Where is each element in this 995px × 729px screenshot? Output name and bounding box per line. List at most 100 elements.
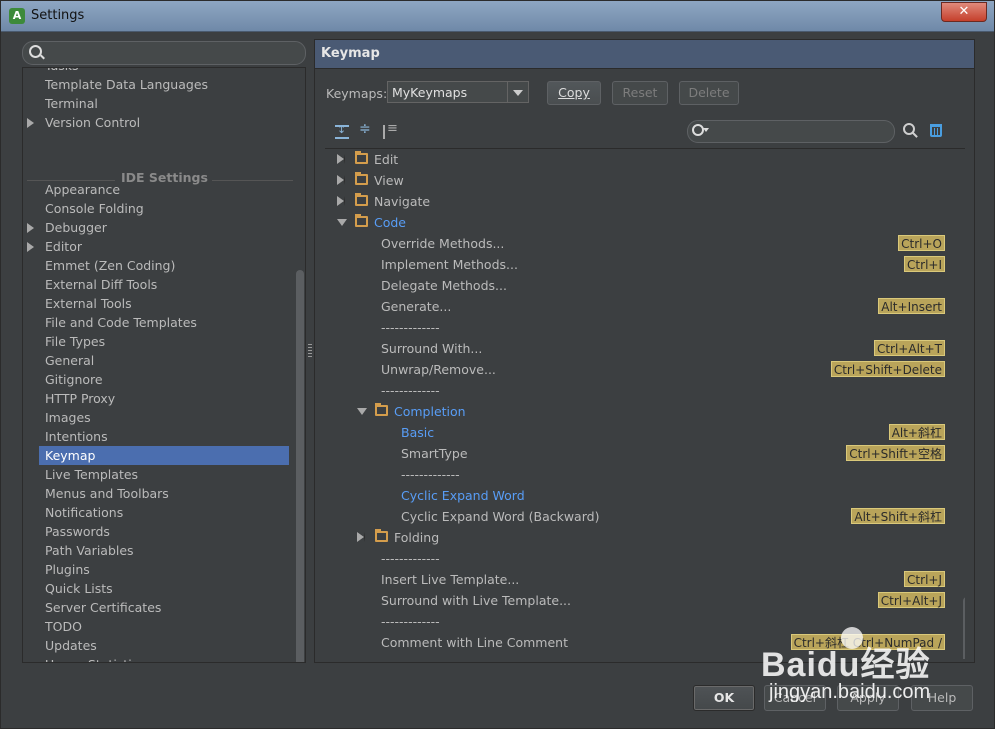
- sidebar-item[interactable]: Usage Statistics: [45, 655, 145, 662]
- copy-button[interactable]: Copy: [547, 81, 601, 105]
- chevron-right-icon[interactable]: [27, 242, 34, 252]
- chevron-right-icon[interactable]: [27, 223, 34, 233]
- sidebar-item[interactable]: Version Control: [45, 113, 140, 132]
- delete-button[interactable]: Delete: [679, 81, 739, 105]
- expand-all-icon[interactable]: [335, 123, 349, 139]
- action-row[interactable]: -------------: [325, 380, 945, 401]
- sidebar-scrollbar[interactable]: [296, 270, 304, 662]
- sidebar-item[interactable]: Template Data Languages: [45, 75, 208, 94]
- sidebar-item[interactable]: Appearance: [45, 180, 120, 199]
- action-label: Implement Methods...: [381, 257, 518, 272]
- sidebar-item[interactable]: Live Templates: [45, 465, 138, 484]
- action-row[interactable]: Folding: [325, 527, 945, 548]
- action-row[interactable]: -------------: [325, 317, 945, 338]
- chevron-right-icon[interactable]: [357, 532, 365, 542]
- sidebar-item[interactable]: TODO: [45, 617, 82, 636]
- chevron-right-icon[interactable]: [337, 154, 345, 164]
- action-row[interactable]: Surround with Live Template... Ctrl+Alt+J: [325, 590, 945, 611]
- sidebar-item[interactable]: Console Folding: [45, 199, 144, 218]
- sidebar-item[interactable]: Editor: [45, 237, 82, 256]
- action-label: Code: [374, 215, 407, 230]
- action-row[interactable]: Insert Live Template... Ctrl+J: [325, 569, 945, 590]
- sidebar-item[interactable]: Quick Lists: [45, 579, 113, 598]
- actions-scrollbar[interactable]: [963, 597, 965, 659]
- action-search-input[interactable]: [687, 120, 895, 143]
- action-row[interactable]: Cyclic Expand Word: [325, 485, 945, 506]
- action-row[interactable]: Override Methods... Ctrl+O: [325, 233, 945, 254]
- shortcut-badge: Ctrl+I: [904, 256, 945, 272]
- ok-button[interactable]: OK: [693, 685, 755, 711]
- splitter-handle[interactable]: [308, 344, 312, 358]
- action-row[interactable]: Surround With... Ctrl+Alt+T: [325, 338, 945, 359]
- folder-icon: [355, 193, 368, 206]
- folder-icon: [355, 151, 368, 164]
- action-row[interactable]: SmartType Ctrl+Shift+空格: [325, 443, 945, 464]
- action-row[interactable]: Basic Alt+斜杠: [325, 422, 945, 443]
- sidebar-item[interactable]: Passwords: [45, 522, 110, 541]
- collapse-all-icon[interactable]: [359, 121, 373, 139]
- sidebar-item[interactable]: HTTP Proxy: [45, 389, 115, 408]
- sidebar-item[interactable]: Menus and Toolbars: [45, 484, 169, 503]
- search-icon: [692, 124, 709, 136]
- trash-icon[interactable]: [930, 124, 942, 137]
- sidebar-item[interactable]: External Diff Tools: [45, 275, 157, 294]
- action-label: Surround with Live Template...: [381, 593, 571, 608]
- sidebar-item[interactable]: Gitignore: [45, 370, 103, 389]
- close-button[interactable]: ✕: [941, 2, 987, 22]
- keymap-select[interactable]: MyKeymaps: [387, 81, 529, 103]
- panel-header: Keymap: [315, 40, 974, 69]
- sidebar-item[interactable]: File and Code Templates: [45, 313, 197, 332]
- keymap-select-value: MyKeymaps: [392, 85, 468, 100]
- reset-button[interactable]: Reset: [612, 81, 668, 105]
- keymap-panel: Keymap Keymaps: MyKeymaps Copy Reset Del…: [314, 39, 975, 663]
- chevron-right-icon[interactable]: [27, 118, 34, 128]
- action-row[interactable]: Code: [325, 212, 945, 233]
- action-row[interactable]: View: [325, 170, 945, 191]
- sidebar-item[interactable]: Images: [45, 408, 91, 427]
- chevron-right-icon[interactable]: [337, 196, 345, 206]
- action-row[interactable]: Generate... Alt+Insert: [325, 296, 945, 317]
- chevron-down-icon[interactable]: [507, 82, 528, 102]
- find-by-shortcut-icon[interactable]: [903, 123, 918, 138]
- action-row[interactable]: Delegate Methods...: [325, 275, 945, 296]
- settings-search-input[interactable]: [22, 41, 306, 65]
- sidebar-item[interactable]: Plugins: [45, 560, 90, 579]
- action-row[interactable]: Edit: [325, 149, 945, 170]
- sidebar-item[interactable]: Debugger: [45, 218, 107, 237]
- sidebar-item[interactable]: Path Variables: [45, 541, 134, 560]
- sidebar-item[interactable]: File Types: [45, 332, 105, 351]
- sidebar-item[interactable]: External Tools: [45, 294, 132, 313]
- chevron-down-icon[interactable]: [357, 408, 367, 415]
- sidebar-item[interactable]: Updates: [45, 636, 97, 655]
- sidebar-item[interactable]: Notifications: [45, 503, 123, 522]
- action-label: View: [374, 173, 404, 188]
- sidebar-item[interactable]: Emmet (Zen Coding): [45, 256, 175, 275]
- action-label: Navigate: [374, 194, 431, 209]
- sidebar-item-selected[interactable]: Keymap: [39, 446, 289, 465]
- panel-title: Keymap: [321, 46, 380, 61]
- sidebar-item[interactable]: Terminal: [45, 94, 98, 113]
- action-label: Folding: [394, 530, 440, 545]
- shortcut-badge: Ctrl+Shift+空格: [846, 445, 945, 461]
- action-row[interactable]: Implement Methods... Ctrl+I: [325, 254, 945, 275]
- watermark-brand: Baidu经验: [761, 646, 931, 684]
- action-row[interactable]: Completion: [325, 401, 945, 422]
- settings-tree: IDE Settings TasksTemplate Data Language…: [22, 67, 306, 663]
- sidebar-item[interactable]: Server Certificates: [45, 598, 161, 617]
- action-row[interactable]: -------------: [325, 464, 945, 485]
- folder-icon: [355, 172, 368, 185]
- sidebar-item[interactable]: Tasks: [45, 68, 79, 75]
- action-row[interactable]: Cyclic Expand Word (Backward) Alt+Shift+斜…: [325, 506, 945, 527]
- action-label: Override Methods...: [381, 236, 505, 251]
- edit-shortcut-icon[interactable]: [383, 121, 398, 139]
- action-row[interactable]: Navigate: [325, 191, 945, 212]
- sidebar-item[interactable]: Intentions: [45, 427, 108, 446]
- search-icon: [29, 45, 42, 58]
- chevron-right-icon[interactable]: [337, 175, 345, 185]
- action-label: -------------: [401, 467, 460, 482]
- action-row[interactable]: Unwrap/Remove... Ctrl+Shift+Delete: [325, 359, 945, 380]
- sidebar-item[interactable]: General: [45, 351, 94, 370]
- action-label: Basic: [401, 425, 435, 440]
- action-row[interactable]: -------------: [325, 548, 945, 569]
- chevron-down-icon[interactable]: [337, 219, 347, 226]
